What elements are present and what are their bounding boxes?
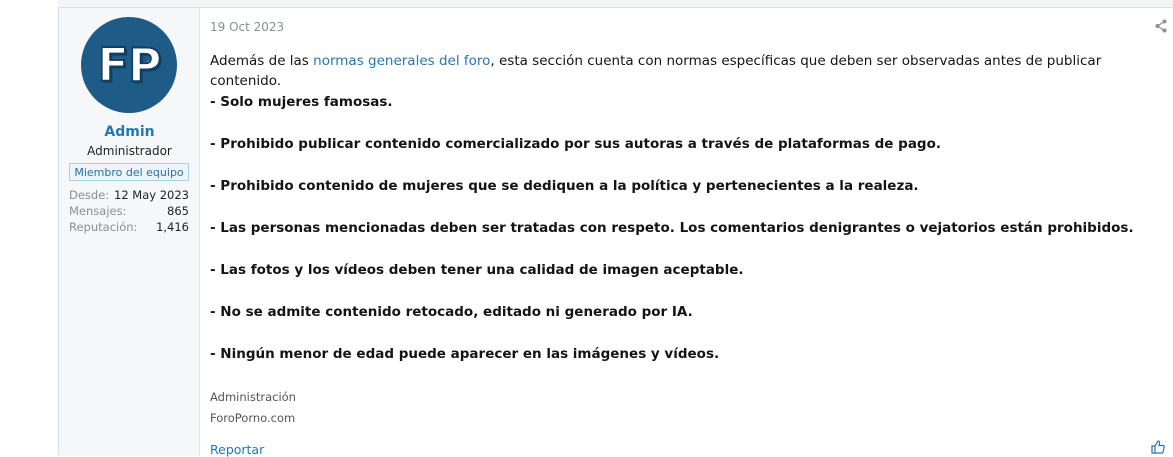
thumbs-up-icon[interactable] (1151, 440, 1165, 454)
avatar[interactable]: FP (81, 17, 177, 113)
stat-value: 1,416 (156, 220, 189, 234)
stat-key: Mensajes: (69, 204, 127, 218)
username-link[interactable]: Admin (59, 124, 200, 140)
stat-key: Reputación: (69, 220, 138, 234)
stat-value: 12 May 2023 (114, 188, 189, 202)
post-content: 19 Oct 2023 Además de las normas general… (200, 8, 1173, 457)
rule-item: - Las fotos y los vídeos deben tener una… (210, 262, 744, 278)
rule-item: - No se admite contenido retocado, edita… (210, 304, 693, 320)
user-title: Administrador (87, 144, 172, 158)
user-stats: Desde: 12 May 2023 Mensajes: 865 Reputac… (69, 187, 189, 235)
signature-line: ForoPorno.com (210, 411, 296, 425)
signature-line: Administración (210, 390, 296, 404)
forum-post: FP Admin Administrador Miembro del equip… (58, 7, 1173, 457)
forum-rules-link[interactable]: normas generales del foro (313, 53, 490, 69)
rule-item: - Ningún menor de edad puede aparecer en… (210, 346, 720, 362)
rule-item: - Prohibido contenido de mujeres que se … (210, 178, 919, 194)
avatar-initials: FP (96, 37, 162, 93)
rule-item: - Las personas mencionadas deben ser tra… (210, 220, 1134, 236)
page-background (0, 0, 58, 455)
share-icon[interactable] (1155, 19, 1167, 33)
intro-text-before: Además de las (210, 53, 314, 69)
stat-row-messages: Mensajes: 865 (69, 203, 189, 219)
rule-item: - Solo mujeres famosas. (210, 94, 393, 110)
stat-value[interactable]: 865 (167, 203, 189, 219)
stat-row-since: Desde: 12 May 2023 (69, 187, 189, 203)
rule-item: - Prohibido publicar contenido comercial… (210, 136, 942, 152)
post-date[interactable]: 19 Oct 2023 (210, 20, 284, 34)
staff-badge: Miembro del equipo (69, 163, 189, 181)
top-strip (58, 0, 1173, 7)
post-body: Además de las normas generales del foro,… (210, 51, 1170, 362)
stat-key: Desde: (69, 188, 110, 202)
stat-row-reputation: Reputación: 1,416 (69, 219, 189, 235)
intro-paragraph: Además de las normas generales del foro,… (210, 51, 1170, 91)
user-info-column: FP Admin Administrador Miembro del equip… (59, 8, 200, 456)
